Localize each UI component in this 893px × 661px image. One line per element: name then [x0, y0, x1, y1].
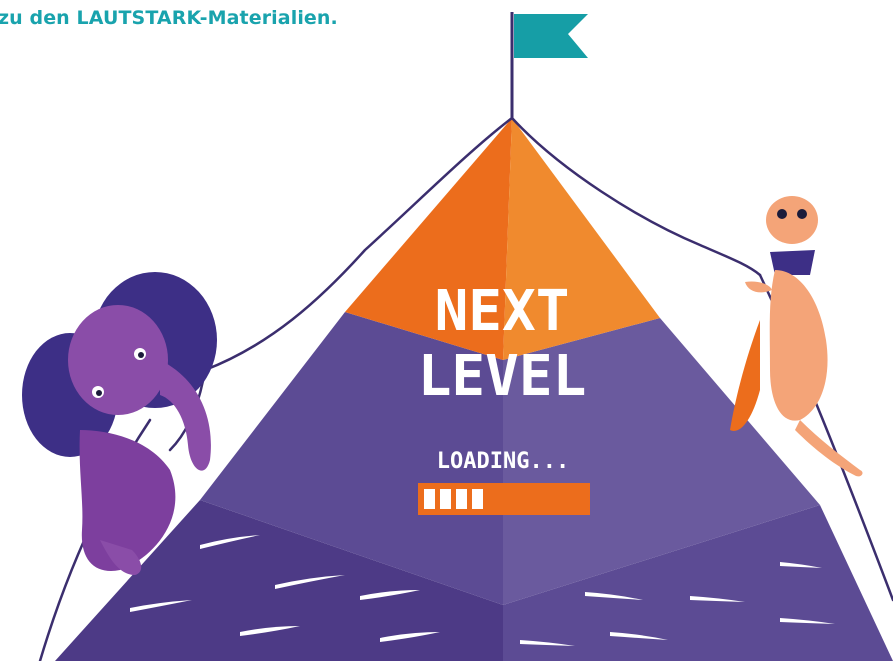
page: zu den LAUTSTARK-Materialien. NEXT LEVEL…: [0, 0, 893, 661]
hero-title-line-1: NEXT: [435, 279, 570, 344]
hero-title-line-2: LEVEL: [418, 344, 587, 409]
flag-cloth: [514, 14, 588, 58]
flag-icon: [510, 12, 588, 120]
progress-segment: [456, 489, 467, 509]
hero-illustration: NEXT LEVEL LOADING...: [22, 12, 893, 661]
progress-segment: [424, 489, 435, 509]
loading-label: LOADING...: [437, 449, 569, 474]
progress-segment: [440, 489, 451, 509]
progress-bar: [418, 483, 590, 515]
progress-segment: [472, 489, 483, 509]
